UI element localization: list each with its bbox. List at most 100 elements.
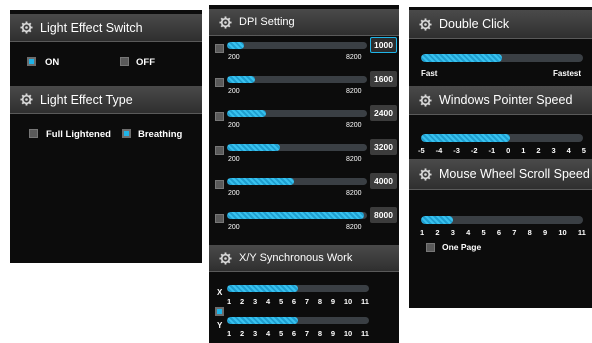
full-lightened-checkbox[interactable] — [29, 129, 38, 138]
pointer-panel: Double Click Fast Fastest Windows Pointe… — [409, 7, 592, 308]
tick-label: 10 — [343, 297, 353, 306]
dpi-slider[interactable] — [227, 178, 367, 185]
tick-label: -5 — [418, 146, 425, 155]
tick-label: 4 — [265, 329, 271, 338]
light-effect-type-title: Light Effect Type — [40, 92, 133, 107]
tick-label: 5 — [278, 329, 284, 338]
dpi-min-label: 200 — [228, 122, 240, 129]
dpi-value-box[interactable]: 8000 — [370, 207, 397, 223]
tick-label: 2 — [435, 228, 440, 237]
tick-label: 5 — [481, 228, 486, 237]
off-label: OFF — [136, 57, 155, 68]
double-click-header: Double Click — [409, 10, 592, 39]
double-click-title: Double Click — [439, 17, 510, 31]
tick-label: 1 — [420, 228, 425, 237]
light-effect-type-header: Light Effect Type — [10, 86, 202, 114]
on-checkbox[interactable] — [27, 57, 36, 66]
off-checkbox[interactable] — [120, 57, 129, 66]
pointer-speed-slider[interactable] — [421, 134, 583, 142]
dpi-value-box[interactable]: 3200 — [370, 139, 397, 155]
dpi-max-label: 8200 — [346, 190, 362, 197]
x-ticks: 1 2 3 4 5 6 7 8 9 10 11 — [227, 297, 369, 306]
dpi-setting-title: DPI Setting — [239, 16, 295, 28]
dpi-row-checkbox[interactable] — [215, 180, 224, 189]
dpi-row-checkbox[interactable] — [215, 78, 224, 87]
dpi-slider[interactable] — [227, 76, 367, 83]
scroll-speed-slider[interactable] — [421, 216, 583, 224]
tick-label: 6 — [291, 297, 297, 306]
tick-label: 2 — [536, 146, 541, 155]
x-speed-fill — [227, 285, 298, 292]
dpi-row-checkbox[interactable] — [215, 146, 224, 155]
dpi-value-box[interactable]: 1000 — [370, 37, 397, 53]
gear-icon — [20, 93, 33, 106]
x-axis-label: X — [217, 288, 223, 297]
tick-label: -4 — [435, 146, 443, 155]
pointer-speed-header: Windows Pointer Speed — [409, 86, 592, 115]
double-click-slider[interactable] — [421, 54, 583, 62]
tick-label: 1 — [227, 329, 232, 338]
tick-label: 3 — [551, 146, 556, 155]
dpi-row-checkbox[interactable] — [215, 214, 224, 223]
dpi-slider[interactable] — [227, 42, 367, 49]
tick-label: 5 — [581, 146, 586, 155]
dpi-row-checkbox[interactable] — [215, 44, 224, 53]
full-lightened-label: Full Lightened — [46, 129, 111, 140]
tick-label: 11 — [361, 297, 369, 306]
fastest-label: Fastest — [553, 69, 582, 78]
gear-icon — [20, 21, 33, 34]
scroll-speed-header: Mouse Wheel Scroll Speed — [409, 159, 592, 190]
gear-icon — [219, 251, 232, 265]
fast-label: Fast — [421, 69, 438, 78]
tick-label: 3 — [450, 228, 455, 237]
dpi-value-box[interactable]: 4000 — [370, 173, 397, 189]
double-click-fill — [421, 54, 502, 62]
dpi-panel: DPI Setting 200 8200 1000 200 8200 1600 200 820… — [209, 5, 399, 343]
y-speed-fill — [227, 317, 298, 324]
tick-label: 6 — [291, 329, 297, 338]
breathing-checkbox[interactable] — [122, 129, 131, 138]
dpi-min-label: 200 — [228, 190, 240, 197]
dpi-value-box[interactable]: 2400 — [370, 105, 397, 121]
tick-label: 5 — [278, 297, 284, 306]
tick-label: 10 — [343, 329, 353, 338]
tick-label: -1 — [488, 146, 496, 155]
x-speed-slider[interactable] — [227, 285, 369, 292]
on-label: ON — [45, 57, 60, 68]
tick-label: 9 — [330, 329, 336, 338]
tick-label: 4 — [265, 297, 271, 306]
one-page-checkbox[interactable] — [426, 243, 435, 252]
dpi-value-box[interactable]: 1600 — [370, 71, 397, 87]
dpi-min-label: 200 — [228, 156, 240, 163]
tick-label: 9 — [543, 228, 548, 237]
dpi-slider-fill — [227, 212, 365, 219]
dpi-max-label: 8200 — [346, 224, 362, 231]
sync-checkbox[interactable] — [215, 307, 224, 316]
breathing-label: Breathing — [138, 129, 183, 140]
dpi-row-checkbox[interactable] — [215, 112, 224, 121]
tick-label: 7 — [304, 329, 310, 338]
scroll-speed-ticks: 1 2 3 4 5 6 7 8 9 10 11 — [420, 228, 586, 237]
xy-sync-header: X/Y Synchronous Work — [209, 245, 399, 272]
tick-label: 2 — [239, 329, 245, 338]
tick-label: 7 — [512, 228, 517, 237]
scroll-speed-fill — [421, 216, 454, 224]
dpi-slider[interactable] — [227, 110, 367, 117]
gear-icon — [419, 17, 432, 31]
light-effect-panel: Light Effect Switch ON OFF Light Effect … — [10, 10, 202, 263]
one-page-label: One Page — [442, 242, 482, 252]
y-speed-slider[interactable] — [227, 317, 369, 324]
tick-label: 3 — [252, 297, 258, 306]
y-ticks: 1 2 3 4 5 6 7 8 9 10 11 — [227, 329, 369, 338]
tick-label: 8 — [527, 228, 532, 237]
xy-sync-title: X/Y Synchronous Work — [239, 252, 353, 264]
dpi-slider[interactable] — [227, 212, 367, 219]
dpi-setting-header: DPI Setting — [209, 9, 399, 36]
tick-label: 1 — [227, 297, 232, 306]
tick-label: 11 — [577, 228, 586, 237]
dpi-slider-fill — [227, 110, 267, 117]
dpi-slider-fill — [227, 76, 255, 83]
dpi-max-label: 8200 — [346, 122, 362, 129]
dpi-slider-fill — [227, 144, 281, 151]
dpi-slider[interactable] — [227, 144, 367, 151]
